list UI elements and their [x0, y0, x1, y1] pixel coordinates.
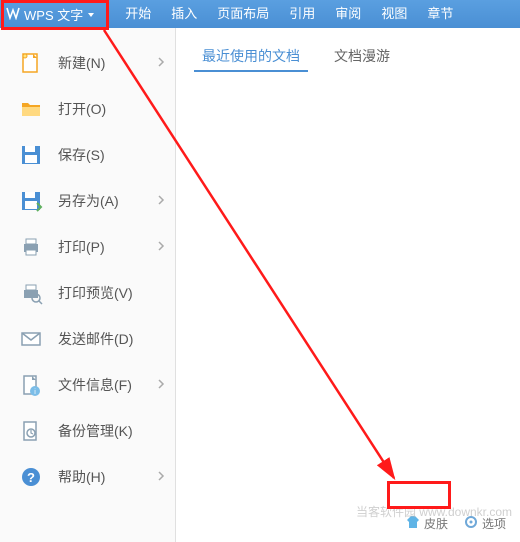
sidebar-item-backup[interactable]: 备份管理(K): [0, 408, 175, 454]
help-icon: ?: [18, 464, 44, 490]
chevron-right-icon: [157, 54, 165, 72]
tab-recent-docs[interactable]: 最近使用的文档: [194, 42, 308, 72]
sidebar-item-label: 文件信息(F): [58, 375, 132, 395]
watermark-text: 当客软件园 www.downkr.com: [356, 503, 512, 520]
sidebar-item-print-preview[interactable]: 打印预览(V): [0, 270, 175, 316]
title-bar: WPS 文字 开始 插入 页面布局 引用 审阅 视图 章节: [0, 0, 520, 28]
app-menu-label: WPS 文字: [24, 5, 83, 24]
file-menu-sidebar: 新建(N) 打开(O) 保存(S) 另存为(A) 打印(P) 打印预览(V) 发送邮件(D)…: [0, 28, 176, 542]
content-tabs: 最近使用的文档 文档漫游: [194, 42, 520, 72]
chevron-right-icon: [157, 192, 165, 210]
sidebar-item-save[interactable]: 保存(S): [0, 132, 175, 178]
new-doc-icon: [18, 50, 44, 76]
tab-chapter[interactable]: 章节: [417, 0, 463, 28]
tab-references[interactable]: 引用: [279, 0, 325, 28]
app-menu-button[interactable]: WPS 文字: [0, 0, 103, 28]
sidebar-item-print[interactable]: 打印(P): [0, 224, 175, 270]
wps-logo-icon: [6, 6, 20, 23]
save-as-icon: [18, 188, 44, 214]
file-info-icon: i: [18, 372, 44, 398]
chevron-right-icon: [157, 376, 165, 394]
chevron-down-icon: [87, 7, 95, 22]
print-preview-icon: [18, 280, 44, 306]
sidebar-item-label: 帮助(H): [58, 467, 105, 487]
chevron-right-icon: [157, 468, 165, 486]
sidebar-item-label: 新建(N): [58, 53, 105, 73]
sidebar-item-mail[interactable]: 发送邮件(D): [0, 316, 175, 362]
main-area: 新建(N) 打开(O) 保存(S) 另存为(A) 打印(P) 打印预览(V) 发送邮件(D)…: [0, 28, 520, 542]
print-icon: [18, 234, 44, 260]
mail-icon: [18, 326, 44, 352]
sidebar-item-save-as[interactable]: 另存为(A): [0, 178, 175, 224]
save-icon: [18, 142, 44, 168]
ribbon-tabs: 开始 插入 页面布局 引用 审阅 视图 章节: [115, 0, 463, 28]
tab-review[interactable]: 审阅: [325, 0, 371, 28]
sidebar-item-label: 发送邮件(D): [58, 329, 133, 349]
svg-text:?: ?: [27, 470, 35, 485]
sidebar-item-label: 打开(O): [58, 99, 106, 119]
sidebar-item-new-doc[interactable]: 新建(N): [0, 40, 175, 86]
sidebar-item-folder[interactable]: 打开(O): [0, 86, 175, 132]
backup-icon: [18, 418, 44, 444]
sidebar-item-label: 打印预览(V): [58, 283, 133, 303]
tab-page-layout[interactable]: 页面布局: [207, 0, 279, 28]
sidebar-item-label: 保存(S): [58, 145, 105, 165]
chevron-right-icon: [157, 238, 165, 256]
sidebar-item-label: 备份管理(K): [58, 421, 133, 441]
content-pane: 最近使用的文档 文档漫游 皮肤 选项: [176, 28, 520, 542]
sidebar-item-label: 打印(P): [58, 237, 105, 257]
folder-icon: [18, 96, 44, 122]
sidebar-item-help[interactable]: ? 帮助(H): [0, 454, 175, 500]
sidebar-item-file-info[interactable]: i 文件信息(F): [0, 362, 175, 408]
tab-insert[interactable]: 插入: [161, 0, 207, 28]
tab-cloud-docs[interactable]: 文档漫游: [326, 42, 398, 72]
tab-view[interactable]: 视图: [371, 0, 417, 28]
sidebar-item-label: 另存为(A): [58, 191, 119, 211]
tab-start[interactable]: 开始: [115, 0, 161, 28]
